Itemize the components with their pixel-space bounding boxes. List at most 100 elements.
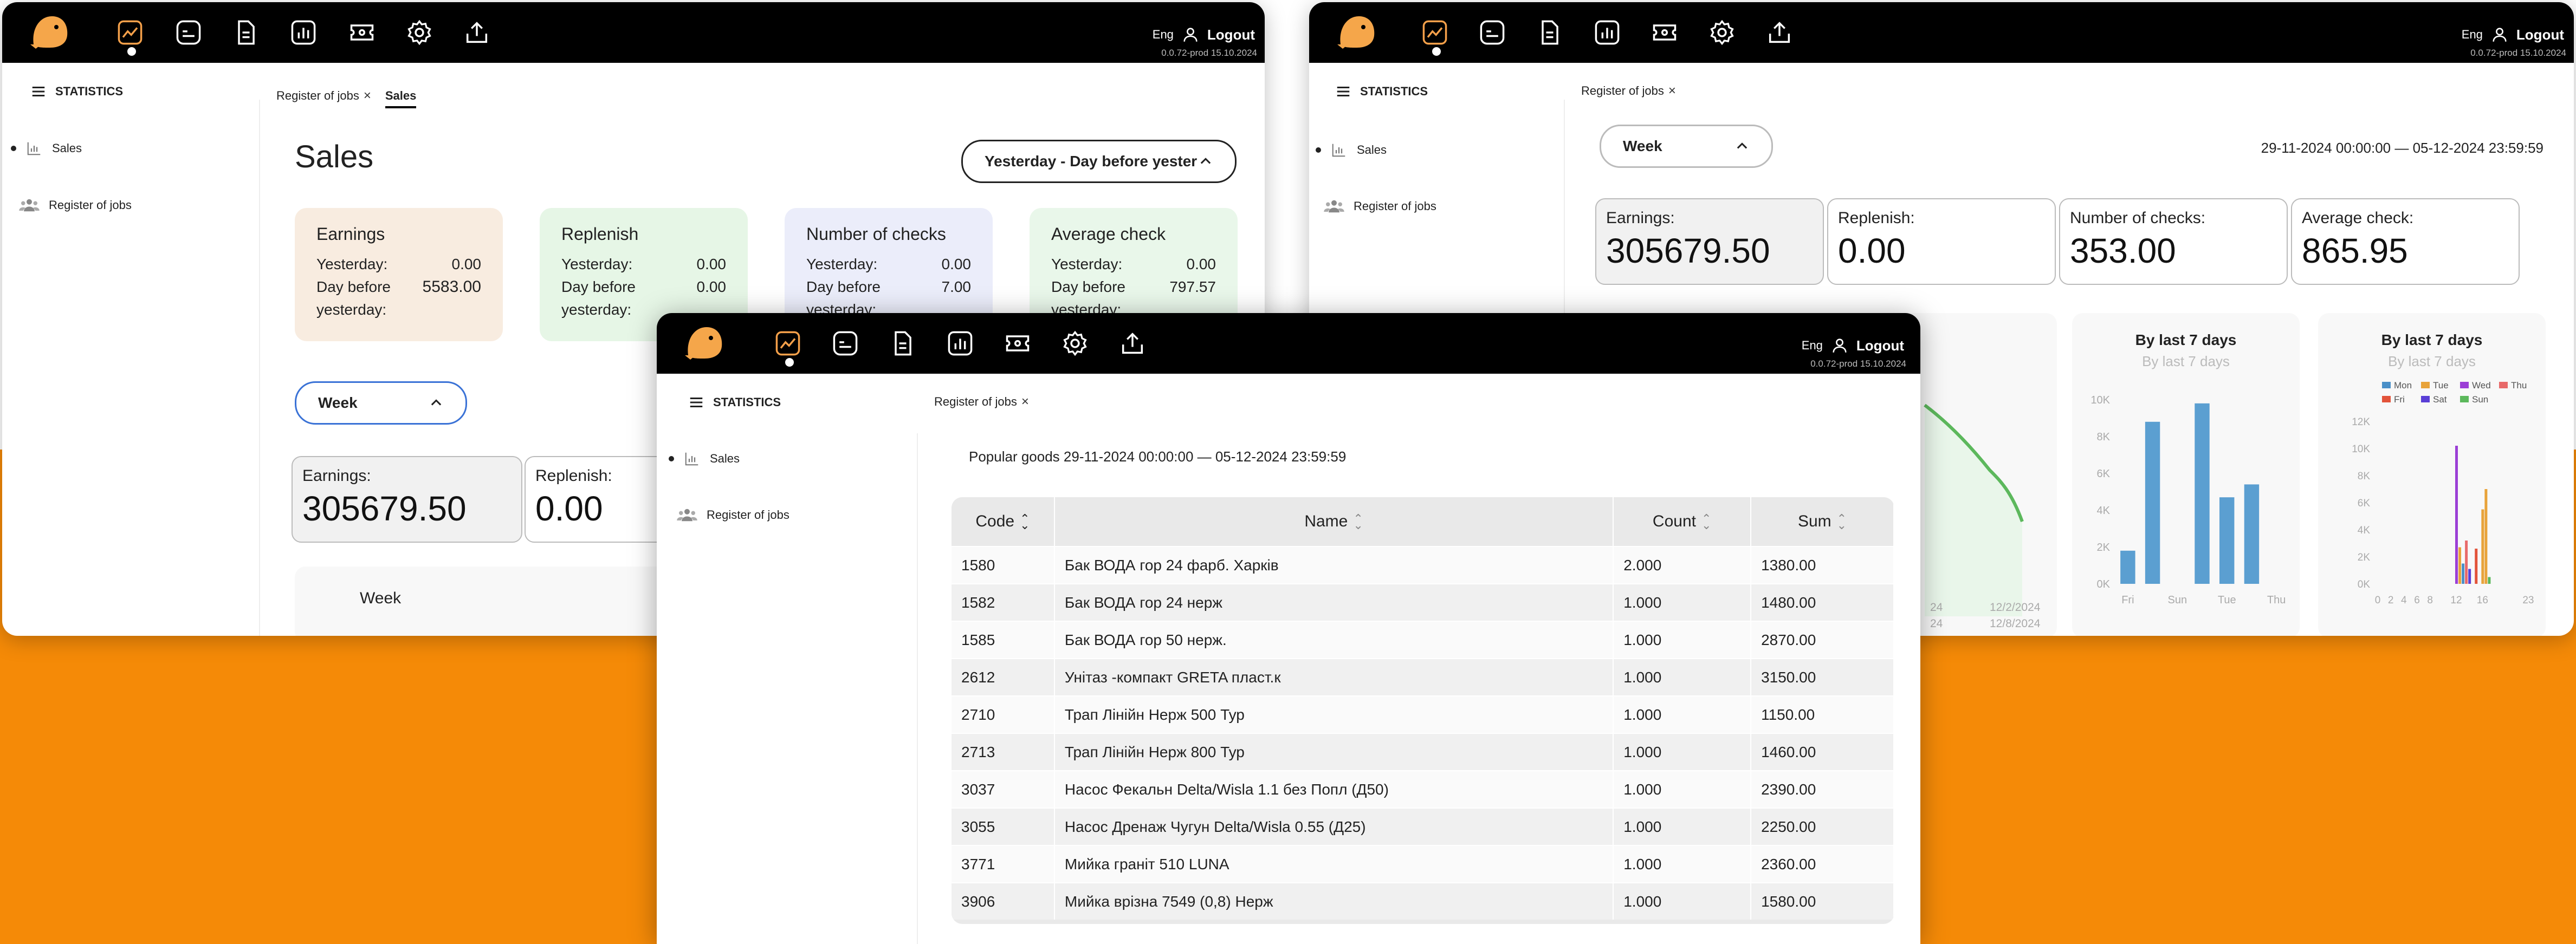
app-logo-icon[interactable] [1335, 12, 1378, 51]
popular-goods-title: Popular goods 29-11-2024 00:00:00 — 05-1… [969, 448, 1347, 465]
cell-name: Насос Дренаж Чугун Delta/Wisla 0.55 (Д25… [1054, 808, 1614, 845]
statistics-nav-icon[interactable] [116, 18, 144, 57]
goods-table: Code ⌃ ⌄ Name ⌃ ⌄ Count ⌃ ⌄ Sum ⌃ ⌄ 1580 Бак ВОДА… [952, 497, 1894, 920]
tab-register-of-jobs[interactable]: Register of jobs × [1581, 83, 1676, 99]
cell-code: 3771 [952, 845, 1055, 883]
language-switch[interactable]: Eng [1802, 338, 1823, 353]
upload-nav-icon[interactable] [463, 18, 491, 47]
sidebar-item-register-of-jobs[interactable]: Register of jobs [1323, 198, 1436, 214]
period-dropdown[interactable]: Yesterday - Day before yester [961, 140, 1237, 183]
week-dropdown[interactable]: Week [1600, 125, 1773, 168]
cell-sum: 2870.00 [1751, 621, 1894, 659]
cell-name: Мийка врізна 7549 (0,8) Нерж [1054, 882, 1614, 920]
x-tick-label: Fri [2121, 594, 2134, 606]
y-tick-label: 12K [2352, 416, 2370, 428]
sidebar-item-register-of-jobs[interactable]: Register of jobs [676, 507, 789, 523]
reports-nav-icon[interactable] [289, 18, 318, 47]
close-icon[interactable]: × [1668, 83, 1676, 99]
cell-name: Трап Лінійн Нерж 500 Тур [1054, 695, 1614, 733]
bar [2219, 497, 2235, 584]
tab-bar: Register of jobs × Sales [276, 83, 417, 108]
table-row[interactable]: 1585 Бак ВОДА гор 50 нерж. 1.000 2870.00 [952, 621, 1894, 659]
sidebar-divider [917, 433, 918, 944]
bar [2475, 549, 2478, 584]
column-header-sum[interactable]: Sum ⌃ ⌄ [1751, 497, 1894, 546]
table-row[interactable]: 1580 Бак ВОДА гор 24 фарб. Харків 2.000 138… [952, 546, 1894, 584]
cell-sum: 1480.00 [1751, 583, 1894, 621]
reports-nav-icon[interactable] [1593, 18, 1621, 47]
cell-code: 2710 [952, 695, 1055, 733]
table-row[interactable]: 3055 Насос Дренаж Чугун Delta/Wisla 0.55 … [952, 808, 1894, 845]
ticket-nav-icon[interactable] [1004, 329, 1032, 357]
top-bar-right: Eng Logout [1153, 24, 1255, 45]
document-nav-icon[interactable] [232, 18, 260, 47]
sidebar-item-register-of-jobs[interactable]: Register of jobs [18, 197, 132, 213]
column-header-name[interactable]: Name ⌃ ⌄ [1054, 497, 1614, 546]
folder-nav-icon[interactable] [174, 18, 203, 47]
statistics-nav-icon[interactable] [774, 329, 802, 368]
sidebar-item-sales[interactable]: Sales [11, 140, 82, 157]
statistics-nav-icon[interactable] [1421, 18, 1449, 57]
document-nav-icon[interactable] [1536, 18, 1564, 47]
cell-sum: 1580.00 [1751, 882, 1894, 920]
sort-icon[interactable]: ⌃ ⌄ [1020, 513, 1030, 531]
hourly-bar-chart-card: By last 7 days By last 7 days Mon Tue We… [2318, 313, 2546, 636]
language-switch[interactable]: Eng [1153, 28, 1174, 42]
cell-sum: 1150.00 [1751, 695, 1894, 733]
x-tick-label: 16 [2477, 595, 2488, 606]
column-header-code[interactable]: Code ⌃ ⌄ [952, 497, 1055, 546]
active-indicator [1431, 45, 1442, 57]
weekday-bar-chart: 0K 2K 4K 6K 8K 10K Fri Sun Tue Thu [2090, 394, 2286, 606]
sort-icon[interactable]: ⌃ ⌄ [1701, 513, 1711, 531]
logout-button[interactable]: Logout [2516, 27, 2564, 43]
column-header-count[interactable]: Count ⌃ ⌄ [1613, 497, 1752, 546]
reports-nav-icon[interactable] [946, 329, 974, 357]
menu-icon[interactable] [30, 83, 47, 100]
language-switch[interactable]: Eng [2462, 28, 2483, 42]
tab-register-of-jobs[interactable]: Register of jobs × [276, 88, 371, 103]
menu-icon[interactable] [1335, 83, 1351, 100]
y-tick-label: 4K [2097, 505, 2111, 517]
x-tick-label: 8 [2427, 595, 2433, 606]
cell-sum: 2360.00 [1751, 845, 1894, 883]
tab-sales[interactable]: Sales [385, 89, 417, 108]
document-nav-icon[interactable] [889, 329, 917, 357]
sidebar-item-sales[interactable]: Sales [1316, 142, 1387, 158]
app-logo-icon[interactable] [28, 12, 72, 51]
sidebar-item-sales[interactable]: Sales [669, 451, 740, 467]
settings-gear-icon[interactable] [1061, 329, 1089, 357]
cell-count: 1.000 [1613, 733, 1752, 771]
cell-count: 1.000 [1613, 658, 1752, 696]
close-icon[interactable]: × [364, 88, 371, 103]
folder-nav-icon[interactable] [831, 329, 859, 357]
ticket-nav-icon[interactable] [348, 18, 376, 47]
menu-icon[interactable] [688, 394, 704, 411]
cell-name: Унітаз -компакт GRETA пласт.к [1054, 658, 1614, 696]
table-row[interactable]: 3906 Мийка врізна 7549 (0,8) Нерж 1.000 158… [952, 882, 1894, 920]
upload-nav-icon[interactable] [1765, 18, 1794, 47]
app-logo-icon[interactable] [683, 323, 726, 362]
table-row[interactable]: 1582 Бак ВОДА гор 24 нерж 1.000 1480.00 [952, 583, 1894, 621]
settings-gear-icon[interactable] [1708, 18, 1736, 47]
week-dropdown[interactable]: Week [295, 381, 467, 425]
table-row[interactable]: 3771 Мийка граніт 510 LUNA 1.000 2360.00 [952, 845, 1894, 883]
active-indicator [126, 45, 138, 57]
table-row[interactable]: 2612 Унітаз -компакт GRETA пласт.к 1.000 31… [952, 658, 1894, 696]
sort-icon[interactable]: ⌃ ⌄ [1837, 513, 1847, 531]
sort-icon[interactable]: ⌃ ⌄ [1353, 513, 1363, 531]
logout-button[interactable]: Logout [1856, 337, 1904, 354]
ticket-nav-icon[interactable] [1651, 18, 1679, 47]
settings-gear-icon[interactable] [405, 18, 433, 47]
upload-nav-icon[interactable] [1118, 329, 1147, 357]
logout-button[interactable]: Logout [1207, 27, 1255, 43]
user-icon [2490, 25, 2509, 44]
tab-register-of-jobs[interactable]: Register of jobs × [934, 394, 1029, 409]
table-row[interactable]: 3037 Насос Фекальн Delta/Wisla 1.1 без По… [952, 770, 1894, 808]
cell-name: Мийка граніт 510 LUNA [1054, 845, 1614, 883]
bar [2244, 484, 2260, 584]
folder-nav-icon[interactable] [1478, 18, 1506, 47]
table-row[interactable]: 2713 Трап Лінійн Нерж 800 Тур 1.000 1460.00 [952, 733, 1894, 771]
page-title: Sales [295, 139, 374, 174]
table-row[interactable]: 2710 Трап Лінійн Нерж 500 Тур 1.000 1150.00 [952, 695, 1894, 733]
close-icon[interactable]: × [1021, 394, 1029, 409]
